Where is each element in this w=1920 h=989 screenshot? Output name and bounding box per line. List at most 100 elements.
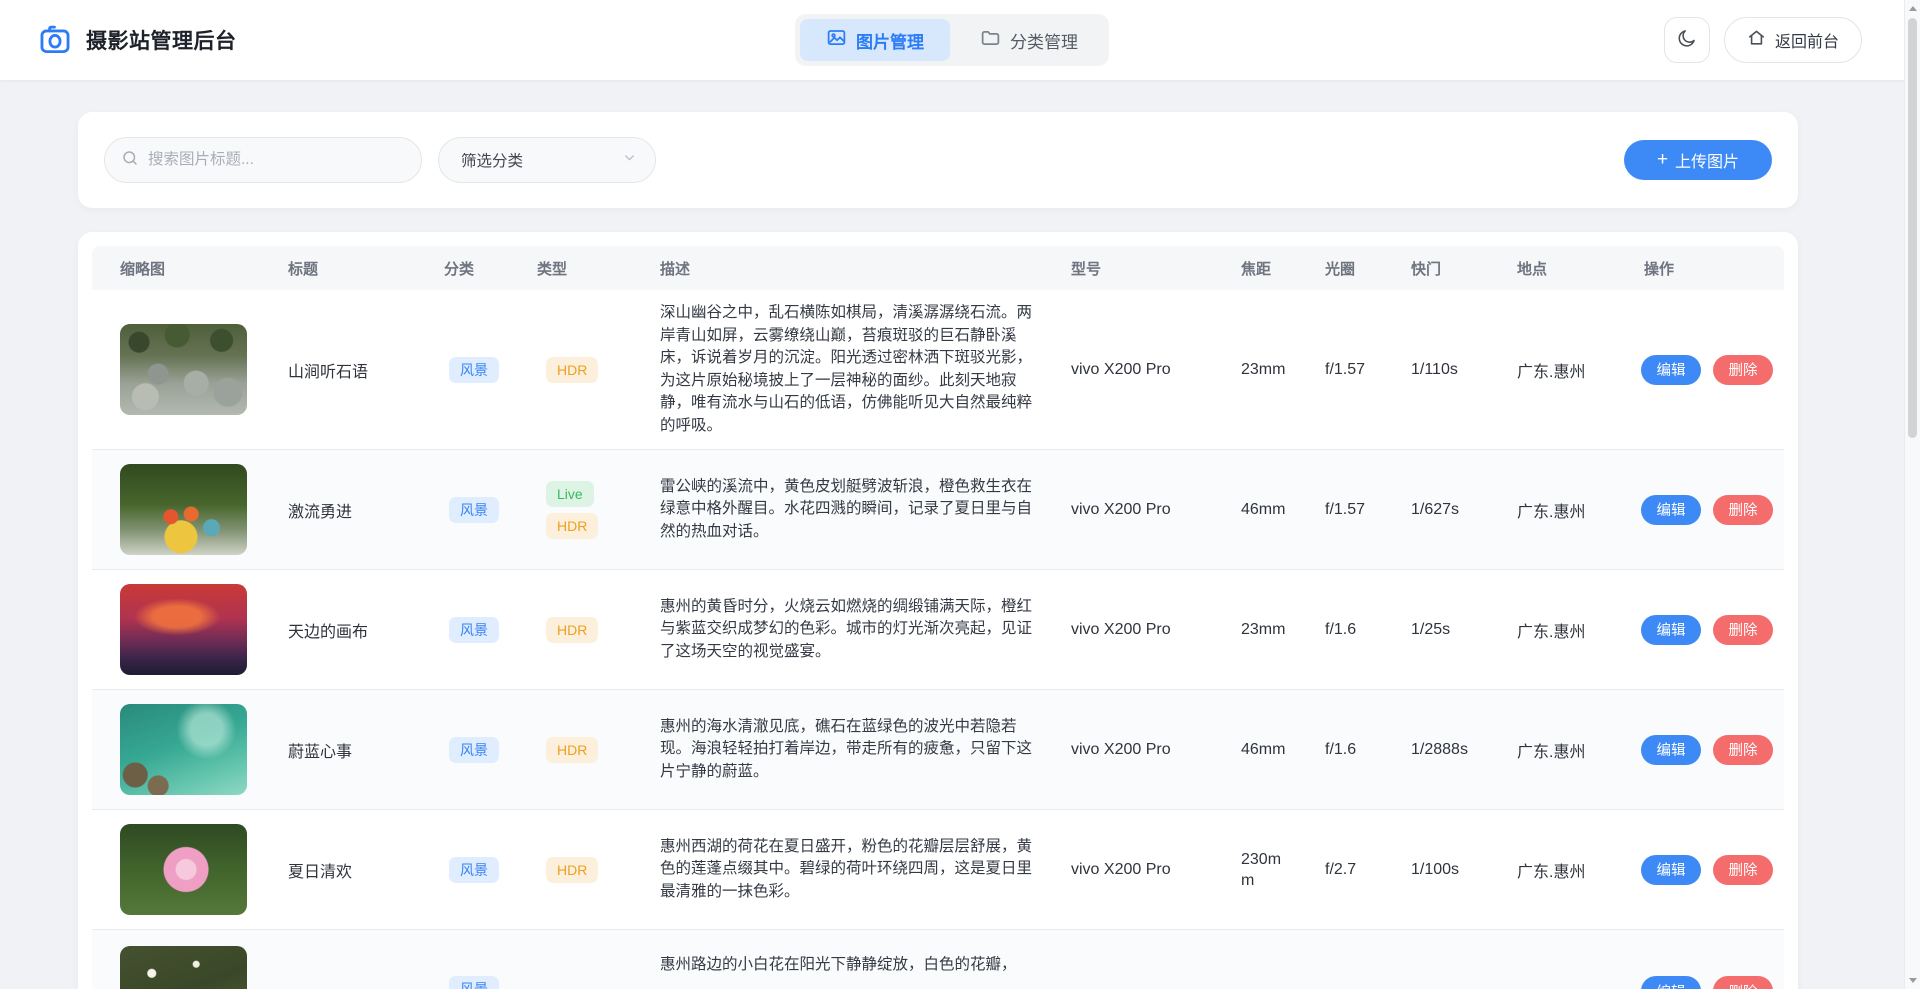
focal-length-value: 46mm — [1241, 499, 1285, 520]
table-row: 夏日清欢风景HDR惠州西湖的荷花在夏日盛开，粉色的花瓣层层舒展，黄色的莲蓬点缀其… — [92, 810, 1784, 930]
category-cell: 风景 — [439, 570, 532, 689]
filter-toolbar: 筛选分类 + 上传图片 — [78, 112, 1798, 208]
edit-button[interactable]: 编辑 — [1641, 735, 1701, 765]
dark-mode-toggle[interactable] — [1664, 17, 1710, 63]
location: 广东.惠州 — [1512, 810, 1639, 929]
focal-length: 46mm — [1236, 450, 1320, 569]
column-header: 焦距 — [1236, 246, 1320, 290]
type-cell: LiveHDR — [532, 450, 645, 569]
photo-thumbnail[interactable] — [120, 824, 247, 915]
moon-icon — [1676, 28, 1697, 52]
location: 广东.惠州 — [1512, 690, 1639, 809]
actions-cell: 编辑删除 — [1639, 690, 1784, 809]
thumbnail-cell — [92, 570, 284, 689]
chevron-down-icon — [622, 150, 637, 170]
images-table: 缩略图标题分类类型描述型号焦距光圈快门地点操作 山涧听石语风景HDR深山幽谷之中… — [78, 232, 1798, 989]
type-badge: HDR — [546, 357, 598, 383]
focal-length-value: 23mm — [1241, 359, 1285, 380]
location: 广东.惠州 — [1512, 290, 1639, 449]
back-to-front-button[interactable]: 返回前台 — [1724, 17, 1862, 63]
photo-thumbnail[interactable] — [120, 584, 247, 675]
folder-icon — [980, 27, 1001, 53]
camera-model: vivo X200 Pro — [1055, 290, 1236, 449]
search-icon — [121, 149, 139, 172]
category-cell: 风景 — [439, 930, 532, 989]
table-body: 山涧听石语风景HDR深山幽谷之中，乱石横陈如棋局，清溪潺潺绕石流。两岸青山如屏，… — [92, 290, 1784, 989]
focal-length: 23mm — [1236, 290, 1320, 449]
camera-model: vivo X200 Pro — [1055, 690, 1236, 809]
focal-length: 46mm — [1236, 690, 1320, 809]
table-row: 蔚蓝心事风景HDR惠州的海水清澈见底，礁石在蓝绿色的波光中若隐若现。海浪轻轻拍打… — [92, 690, 1784, 810]
edit-button[interactable]: 编辑 — [1641, 355, 1701, 385]
shutter-speed: 1/110s — [1406, 290, 1512, 449]
photo-title: 山涧听石语 — [284, 290, 439, 449]
edit-button[interactable]: 编辑 — [1641, 615, 1701, 645]
delete-button[interactable]: 删除 — [1713, 615, 1773, 645]
location: 广东.惠州 — [1512, 570, 1639, 689]
aperture — [1320, 930, 1406, 989]
actions-cell: 编辑删除 — [1639, 810, 1784, 929]
photo-thumbnail[interactable] — [120, 464, 247, 555]
category-cell: 风景 — [439, 810, 532, 929]
filter-select-value: 筛选分类 — [461, 149, 523, 171]
photo-thumbnail[interactable] — [120, 324, 247, 415]
tab-label: 图片管理 — [856, 28, 924, 53]
column-header: 地点 — [1512, 246, 1639, 290]
tab-category-management[interactable]: 分类管理 — [954, 19, 1104, 61]
shutter-speed — [1406, 930, 1512, 989]
type-cell: HDR — [532, 810, 645, 929]
category-cell: 风景 — [439, 450, 532, 569]
plus-icon: + — [1657, 150, 1668, 169]
main-content: 筛选分类 + 上传图片 缩略图标题分类类型描述型号焦距光圈快门地点操作 山涧听石… — [78, 112, 1798, 989]
scrollbar-thumb[interactable] — [1908, 18, 1917, 438]
delete-button[interactable]: 删除 — [1713, 855, 1773, 885]
photo-description: 惠州的海水清澈见底，礁石在蓝绿色的波光中若隐若现。海浪轻轻拍打着岸边，带走所有的… — [645, 690, 1055, 809]
category-badge: 风景 — [449, 737, 499, 763]
actions-cell: 编辑删除 — [1639, 930, 1784, 989]
type-cell: HDR — [532, 690, 645, 809]
camera-model — [1055, 930, 1236, 989]
thumbnail-cell — [92, 690, 284, 809]
upload-button[interactable]: + 上传图片 — [1624, 140, 1772, 180]
delete-button[interactable]: 删除 — [1713, 735, 1773, 765]
category-cell: 风景 — [439, 290, 532, 449]
category-badge: 风景 — [449, 357, 499, 383]
admin-page: 摄影站管理后台 图片管理 分类管理 — [0, 0, 1920, 989]
type-badge: HDR — [546, 737, 598, 763]
tab-image-management[interactable]: 图片管理 — [800, 19, 950, 61]
aperture: f/1.6 — [1320, 570, 1406, 689]
photo-thumbnail[interactable] — [120, 946, 247, 989]
scroll-up-arrow[interactable] — [1905, 0, 1920, 17]
actions-cell: 编辑删除 — [1639, 290, 1784, 449]
type-cell: HDR — [532, 930, 645, 989]
scroll-down-arrow[interactable] — [1905, 972, 1920, 989]
category-badge: 风景 — [449, 976, 499, 989]
location — [1512, 930, 1639, 989]
category-filter-select[interactable]: 筛选分类 — [438, 137, 656, 183]
edit-button[interactable]: 编辑 — [1641, 495, 1701, 525]
top-header: 摄影站管理后台 图片管理 分类管理 — [0, 0, 1920, 80]
column-header: 缩略图 — [92, 246, 284, 290]
category-badge: 风景 — [449, 497, 499, 523]
photo-description: 雷公峡的溪流中，黄色皮划艇劈波斩浪，橙色救生衣在绿意中格外醒目。水花四溅的瞬间，… — [645, 450, 1055, 569]
shutter-speed: 1/25s — [1406, 570, 1512, 689]
column-header: 型号 — [1055, 246, 1236, 290]
table-row: 天边的画布风景HDR惠州的黄昏时分，火烧云如燃烧的绸缎铺满天际，橙红与紫蓝交织成… — [92, 570, 1784, 690]
vertical-scrollbar[interactable] — [1904, 0, 1920, 989]
camera-model: vivo X200 Pro — [1055, 810, 1236, 929]
search-input[interactable] — [148, 151, 405, 169]
photo-thumbnail[interactable] — [120, 704, 247, 795]
search-box[interactable] — [104, 137, 422, 183]
edit-button[interactable]: 编辑 — [1641, 976, 1701, 989]
type-badge: HDR — [546, 513, 598, 539]
delete-button[interactable]: 删除 — [1713, 495, 1773, 525]
column-header: 描述 — [645, 246, 1055, 290]
edit-button[interactable]: 编辑 — [1641, 855, 1701, 885]
delete-button[interactable]: 删除 — [1713, 976, 1773, 989]
shutter-speed: 1/100s — [1406, 810, 1512, 929]
type-badge: HDR — [546, 617, 598, 643]
focal-length: 23mm — [1236, 570, 1320, 689]
column-header: 标题 — [284, 246, 439, 290]
delete-button[interactable]: 删除 — [1713, 355, 1773, 385]
location: 广东.惠州 — [1512, 450, 1639, 569]
